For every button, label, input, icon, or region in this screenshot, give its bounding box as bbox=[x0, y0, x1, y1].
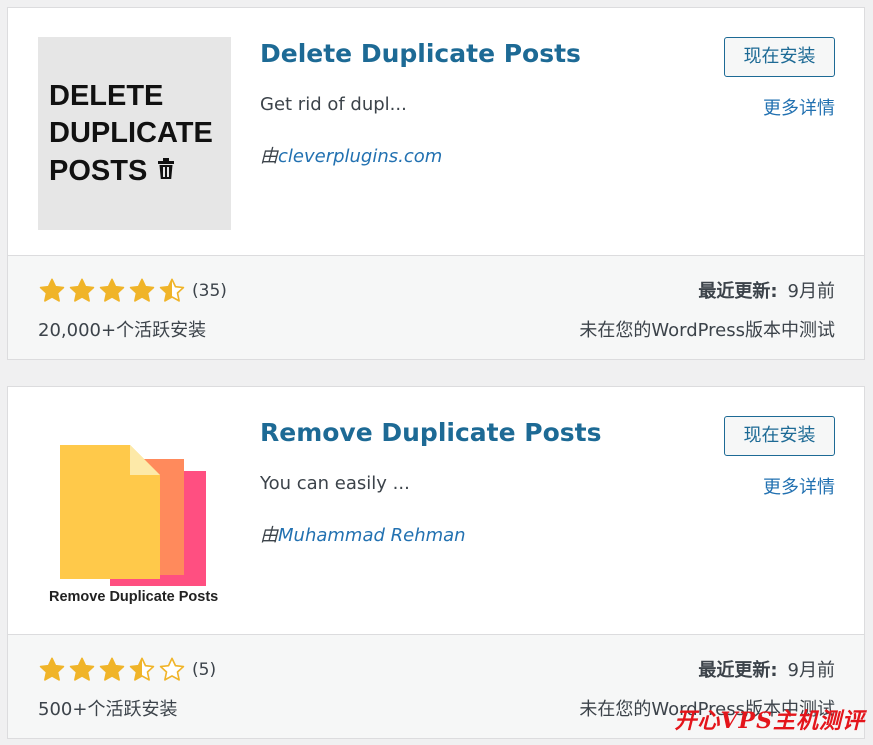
active-installs: 500+个活跃安装 bbox=[38, 699, 178, 720]
plugin-card-top: Remove Duplicate Posts Remove Duplicate … bbox=[8, 387, 864, 635]
more-details-link[interactable]: 更多详情 bbox=[763, 94, 835, 120]
star-filled-icon bbox=[129, 278, 155, 302]
star-rating: (5) bbox=[38, 655, 216, 685]
author-link[interactable]: cleverplugins.com bbox=[278, 146, 442, 167]
plugin-thumbnail[interactable]: Remove Duplicate Posts bbox=[38, 416, 231, 609]
author-prefix: 由 bbox=[260, 146, 278, 167]
last-updated-value: 9月前 bbox=[787, 660, 835, 681]
star-empty-icon bbox=[159, 657, 185, 681]
plugin-card-top: DELETE DUPLICATE POSTS Delete Duplicate … bbox=[8, 8, 864, 256]
star-filled-icon bbox=[99, 278, 125, 302]
star-half-icon bbox=[129, 657, 155, 681]
last-updated-value: 9月前 bbox=[787, 281, 835, 302]
plugin-title-link[interactable]: Remove Duplicate Posts bbox=[260, 418, 601, 447]
star-filled-icon bbox=[69, 657, 95, 681]
rating-count[interactable]: (5) bbox=[192, 660, 216, 680]
plugin-description: You can easily ... bbox=[260, 473, 410, 494]
plugin-card: DELETE DUPLICATE POSTS Delete Duplicate … bbox=[7, 7, 865, 360]
thumb-line-3: POSTS bbox=[49, 155, 147, 187]
last-updated: 最近更新: 9月前 bbox=[698, 277, 835, 303]
watermark: 开心VPS主机测评 bbox=[674, 708, 865, 734]
star-filled-icon bbox=[39, 657, 65, 681]
more-details-link[interactable]: 更多详情 bbox=[763, 473, 835, 499]
thumb-line-1: DELETE bbox=[49, 80, 163, 112]
plugin-card: Remove Duplicate Posts Remove Duplicate … bbox=[7, 386, 865, 739]
thumb-caption: Remove Duplicate Posts bbox=[49, 589, 218, 605]
star-half-icon bbox=[159, 278, 185, 302]
star-filled-icon bbox=[99, 657, 125, 681]
active-installs: 20,000+个活跃安装 bbox=[38, 320, 207, 341]
author-link[interactable]: Muhammad Rehman bbox=[278, 525, 466, 546]
plugin-description: Get rid of dupl... bbox=[260, 94, 407, 115]
rating-count[interactable]: (35) bbox=[192, 281, 227, 301]
author-prefix: 由 bbox=[260, 525, 278, 546]
last-updated: 最近更新: 9月前 bbox=[698, 656, 835, 682]
last-updated-label: 最近更新: bbox=[698, 281, 778, 302]
install-now-button[interactable]: 现在安装 bbox=[724, 37, 835, 77]
star-filled-icon bbox=[69, 278, 95, 302]
star-rating: (35) bbox=[38, 276, 227, 306]
last-updated-label: 最近更新: bbox=[698, 660, 778, 681]
plugin-card-bottom: (35) 20,000+个活跃安装 最近更新: 9月前 未在您的WordPress… bbox=[8, 255, 864, 359]
install-now-button[interactable]: 现在安装 bbox=[724, 416, 835, 456]
compatibility-notice: 未在您的WordPress版本中测试 bbox=[579, 320, 835, 341]
thumb-line-2: DUPLICATE bbox=[49, 117, 213, 149]
plugin-author: 由Muhammad Rehman bbox=[260, 521, 466, 547]
plugin-title-link[interactable]: Delete Duplicate Posts bbox=[260, 39, 581, 68]
plugin-author: 由cleverplugins.com bbox=[260, 142, 442, 168]
plugin-thumbnail[interactable]: DELETE DUPLICATE POSTS bbox=[38, 37, 231, 230]
star-filled-icon bbox=[39, 278, 65, 302]
